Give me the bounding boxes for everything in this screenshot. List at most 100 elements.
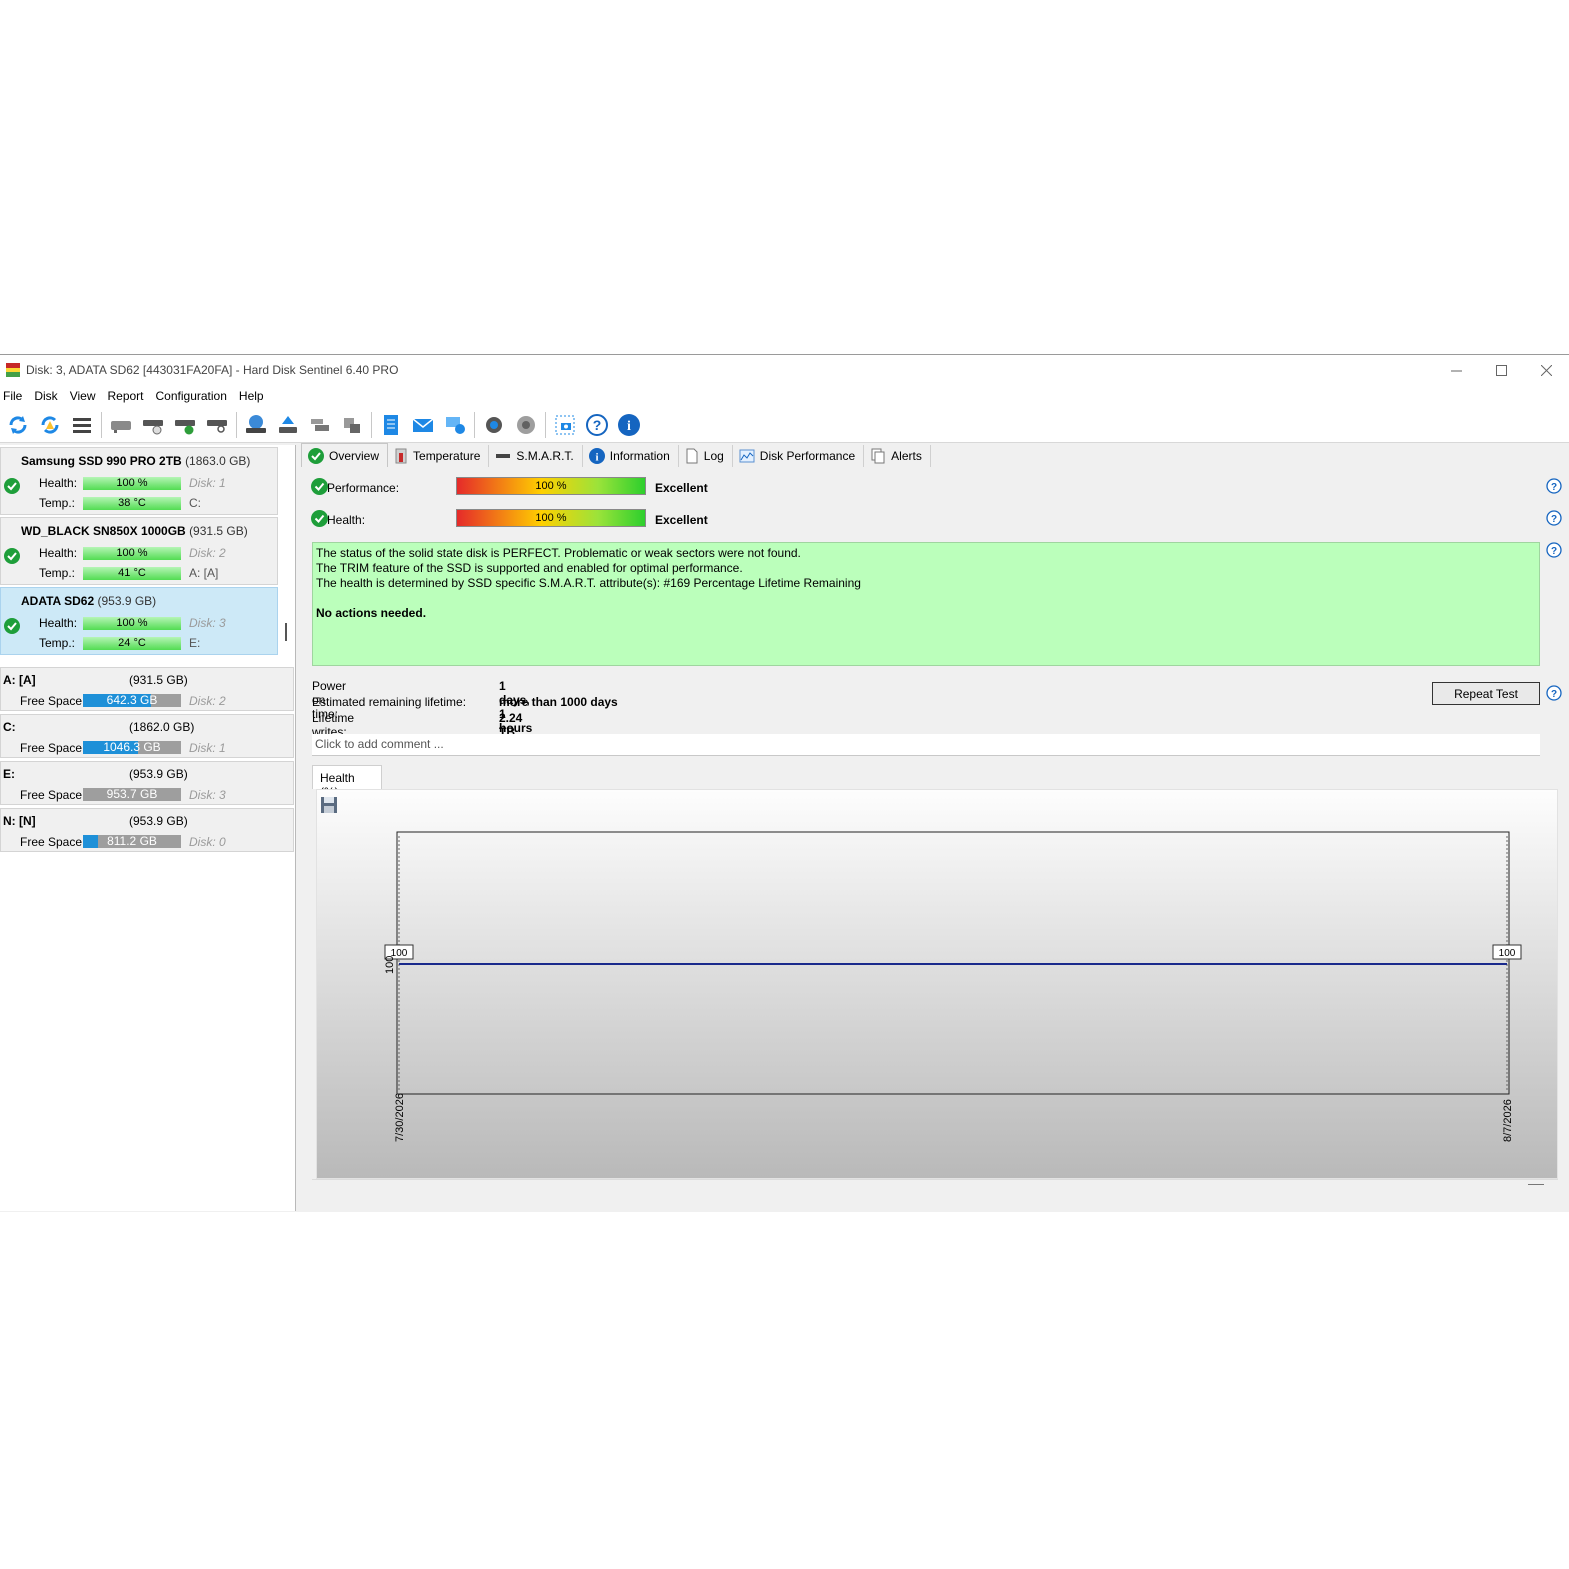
screenshot-button[interactable] (551, 411, 579, 439)
temp-bar: 41 °C (83, 567, 181, 580)
tab-information[interactable]: i Information (583, 445, 679, 467)
status-line: The TRIM feature of the SSD is supported… (316, 561, 743, 575)
network-button[interactable] (441, 411, 469, 439)
window-controls (1434, 355, 1569, 385)
health-label: Health: (39, 546, 78, 560)
volume-card-n[interactable]: N: [N] (953.9 GB) Free Space 811.2 GB Di… (0, 808, 294, 852)
temp-bar: 38 °C (83, 497, 181, 510)
disk-check-icon (175, 419, 195, 434)
remaining-lifetime-label: Estimated remaining lifetime: (312, 695, 467, 709)
tab-smart[interactable]: S.M.A.R.T. (489, 445, 583, 467)
app-logo-icon (6, 363, 20, 377)
minimize-icon (1451, 370, 1462, 371)
chart-footer-dash (1528, 1184, 1544, 1185)
disk-tool-button-6[interactable] (274, 411, 302, 439)
minimize-button[interactable] (1434, 355, 1479, 385)
menu-file[interactable]: File (0, 389, 31, 403)
document-icon (686, 448, 698, 464)
menu-configuration[interactable]: Configuration (153, 389, 236, 403)
help-icon[interactable]: ? (1546, 542, 1562, 558)
tab-alerts[interactable]: Alerts (864, 445, 931, 467)
disk-stack-icon (311, 418, 329, 431)
health-chart: 100 100 100 7/30/2026 8/7/2026 (384, 831, 1522, 1142)
disk-list-scrollbar[interactable] (285, 623, 287, 641)
disk-card-wd-black[interactable]: WD_BLACK SN850X 1000GB (931.5 GB) Health… (0, 517, 278, 585)
email-icon (412, 417, 434, 432)
menu-help[interactable]: Help (236, 389, 273, 403)
disk-title: Samsung SSD 990 PRO 2TB (1863.0 GB) (21, 454, 250, 468)
close-icon (1541, 364, 1552, 376)
network-icon (446, 416, 465, 434)
tab-label: S.M.A.R.T. (516, 449, 574, 463)
help-icon[interactable]: ? (1546, 478, 1562, 494)
disk-list-button[interactable] (68, 411, 96, 439)
temp-label: Temp.: (39, 496, 76, 510)
comment-input[interactable]: Click to add comment ... (312, 734, 1540, 756)
disk-number: Disk: 1 (189, 476, 226, 490)
disk-clock-icon (143, 419, 163, 434)
volume-size: (953.9 GB) (129, 814, 188, 828)
tab-temperature[interactable]: Temperature (388, 445, 490, 467)
disk-tool-button-3[interactable] (171, 411, 199, 439)
about-button[interactable]: i (615, 411, 643, 439)
drive-letter: E: (189, 636, 201, 650)
gear-icon (486, 416, 502, 433)
refresh-button[interactable] (4, 411, 32, 439)
volume-card-c[interactable]: C: (1862.0 GB) Free Space 1046.3 GB Disk… (0, 714, 294, 758)
tab-bar: Overview Temperature S.M.A.R.T. i Inform… (301, 443, 931, 467)
free-space-value: 642.3 GB (106, 693, 158, 707)
volume-name: C: (3, 720, 16, 734)
maximize-button[interactable] (1479, 355, 1524, 385)
upload-disk-icon (279, 415, 297, 433)
status-line: The status of the solid state disk is PE… (316, 546, 801, 560)
menu-view[interactable]: View (67, 389, 105, 403)
volume-size: (931.5 GB) (129, 673, 188, 687)
disk-tool-button-1[interactable] (107, 411, 135, 439)
drive-letter: C: (189, 496, 201, 510)
disk-tool-button-2[interactable] (139, 411, 167, 439)
disk-card-samsung[interactable]: Samsung SSD 990 PRO 2TB (1863.0 GB) Heal… (0, 447, 278, 515)
tab-overview[interactable]: Overview (301, 443, 389, 467)
close-button[interactable] (1524, 355, 1569, 385)
disk-card-adata[interactable]: ADATA SD62 (953.9 GB) Health: 100 % Disk… (0, 587, 278, 655)
disk-number: Disk: 2 (189, 546, 226, 560)
sound-button[interactable] (512, 411, 540, 439)
svg-text:?: ? (593, 417, 602, 433)
status-message-box: The status of the solid state disk is PE… (312, 542, 1540, 666)
disk-list-icon (73, 417, 91, 433)
refresh-all-button[interactable] (36, 411, 64, 439)
volume-card-a[interactable]: A: [A] (931.5 GB) Free Space 642.3 GB Di… (0, 667, 294, 711)
performance-label: Performance: (327, 481, 400, 495)
disk-tool-button-8[interactable] (338, 411, 366, 439)
menu-report[interactable]: Report (104, 389, 152, 403)
menu-disk[interactable]: Disk (31, 389, 66, 403)
toolbar-separator (474, 411, 475, 438)
volume-card-e[interactable]: E: (953.9 GB) Free Space 953.7 GB Disk: … (0, 761, 294, 805)
help-icon[interactable]: ? (1546, 685, 1562, 701)
disk-tool-button-5[interactable] (242, 411, 270, 439)
tab-disk-performance[interactable]: Disk Performance (733, 445, 865, 467)
free-space-bar: 811.2 GB (83, 835, 181, 848)
disk-size: (931.5 GB) (189, 524, 248, 538)
refresh-icon (9, 415, 27, 434)
performance-bar: 100 % (456, 477, 646, 495)
free-space-bar: 953.7 GB (83, 788, 181, 801)
disk-name: ADATA SD62 (21, 594, 95, 608)
disk-tool-button-7[interactable] (306, 411, 334, 439)
temp-label: Temp.: (39, 566, 76, 580)
svg-text:?: ? (1551, 689, 1557, 700)
disk-title: ADATA SD62 (953.9 GB) (21, 594, 156, 608)
settings-button[interactable] (480, 411, 508, 439)
help-icon[interactable]: ? (1546, 510, 1562, 526)
tab-log[interactable]: Log (679, 445, 733, 467)
disk-list-panel: Samsung SSD 990 PRO 2TB (1863.0 GB) Heal… (0, 445, 296, 1211)
email-button[interactable] (409, 411, 437, 439)
repeat-test-button[interactable]: Repeat Test (1432, 682, 1540, 705)
report-button[interactable] (377, 411, 405, 439)
disk-tool-button-4[interactable] (203, 411, 231, 439)
svg-text:i: i (627, 419, 631, 434)
help-button[interactable]: ? (583, 411, 611, 439)
chart-tab-health[interactable]: Health (%) (312, 765, 382, 799)
disk-transfer-icon (344, 417, 360, 433)
ok-check-icon (308, 447, 324, 464)
